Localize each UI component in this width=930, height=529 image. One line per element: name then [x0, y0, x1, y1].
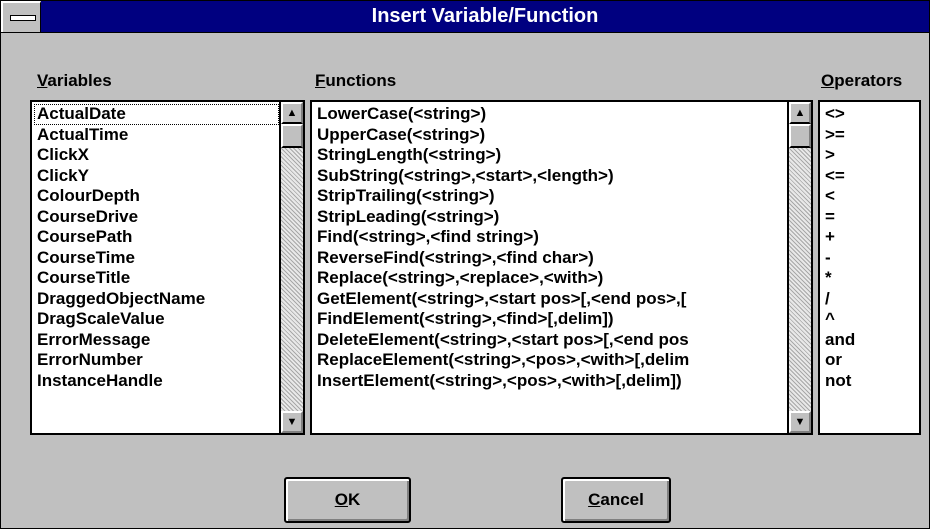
- operator-list-item[interactable]: -: [822, 248, 917, 269]
- system-menu-icon: [10, 15, 36, 21]
- function-list-item[interactable]: ReverseFind(<string>,<find char>): [314, 248, 787, 269]
- variables-items: ActualDate ActualTime ClickX ClickY ColourDe…: [34, 104, 279, 433]
- operators-label-mnemonic: O: [821, 71, 835, 90]
- operator-list-item[interactable]: =: [822, 207, 917, 228]
- function-list-item[interactable]: FindElement(<string>,<find>[,delim]): [314, 309, 787, 330]
- operator-list-item[interactable]: >: [822, 145, 917, 166]
- function-list-item[interactable]: LowerCase(<string>): [314, 104, 787, 125]
- variables-list[interactable]: ActualDate ActualTime ClickX ClickY ColourDe…: [30, 100, 305, 435]
- function-list-item[interactable]: SubString(<string>,<start>,<length>): [314, 166, 787, 187]
- variables-scroll-thumb[interactable]: [281, 124, 303, 148]
- operator-list-item[interactable]: <=: [822, 166, 917, 187]
- variable-list-item[interactable]: CourseDrive: [34, 207, 279, 228]
- function-list-item[interactable]: InsertElement(<string>,<pos>,<with>[,del…: [314, 371, 787, 392]
- operator-list-item[interactable]: +: [822, 227, 917, 248]
- operator-list-item[interactable]: not: [822, 371, 917, 392]
- functions-scroll-down-button[interactable]: ▼: [789, 411, 811, 433]
- function-list-item[interactable]: Replace(<string>,<replace>,<with>): [314, 268, 787, 289]
- variable-list-item[interactable]: ClickX: [34, 145, 279, 166]
- function-list-item[interactable]: Find(<string>,<find string>): [314, 227, 787, 248]
- cancel-button-rest: ancel: [600, 490, 644, 509]
- variable-list-item[interactable]: ErrorMessage: [34, 330, 279, 351]
- title-bar[interactable]: Insert Variable/Function: [1, 1, 929, 33]
- functions-scrollbar[interactable]: ▲ ▼: [787, 102, 811, 433]
- variables-label-rest: ariables: [47, 71, 112, 90]
- function-list-item[interactable]: StripLeading(<string>): [314, 207, 787, 228]
- variable-list-item[interactable]: ClickY: [34, 166, 279, 187]
- variable-list-item[interactable]: ColourDepth: [34, 186, 279, 207]
- operator-list-item[interactable]: >=: [822, 125, 917, 146]
- cancel-button[interactable]: Cancel: [561, 477, 671, 523]
- variables-scroll-down-button[interactable]: ▼: [281, 411, 303, 433]
- operator-list-item[interactable]: or: [822, 350, 917, 371]
- variables-scrollbar[interactable]: ▲ ▼: [279, 102, 303, 433]
- operators-list[interactable]: <> >= > <= < = + - * / ^ and or not: [818, 100, 921, 435]
- variable-list-item[interactable]: CoursePath: [34, 227, 279, 248]
- variable-list-item[interactable]: ErrorNumber: [34, 350, 279, 371]
- system-menu-button[interactable]: [1, 1, 41, 32]
- function-list-item[interactable]: UpperCase(<string>): [314, 125, 787, 146]
- arrow-up-icon: ▲: [794, 107, 806, 119]
- variable-list-item[interactable]: CourseTime: [34, 248, 279, 269]
- operators-label: Operators: [821, 71, 902, 91]
- function-list-item[interactable]: StripTrailing(<string>): [314, 186, 787, 207]
- functions-list[interactable]: LowerCase(<string>) UpperCase(<string>) St…: [310, 100, 813, 435]
- function-list-item[interactable]: GetElement(<string>,<start pos>[,<end po…: [314, 289, 787, 310]
- functions-label: Functions: [315, 71, 396, 91]
- variable-list-item[interactable]: ActualTime: [34, 125, 279, 146]
- variables-label: Variables: [37, 71, 112, 91]
- ok-button-rest: K: [347, 490, 361, 509]
- function-list-item[interactable]: DeleteElement(<string>,<start pos>[,<end…: [314, 330, 787, 351]
- variable-list-item[interactable]: DragScaleValue: [34, 309, 279, 330]
- variables-scroll-up-button[interactable]: ▲: [281, 102, 303, 124]
- cancel-button-mnemonic: C: [588, 490, 601, 509]
- arrow-down-icon: ▼: [286, 416, 298, 428]
- operator-list-item[interactable]: /: [822, 289, 917, 310]
- operator-list-item[interactable]: <: [822, 186, 917, 207]
- functions-scroll-up-button[interactable]: ▲: [789, 102, 811, 124]
- variable-list-item[interactable]: CourseTitle: [34, 268, 279, 289]
- functions-items: LowerCase(<string>) UpperCase(<string>) St…: [314, 104, 787, 433]
- operator-list-item[interactable]: ^: [822, 309, 917, 330]
- functions-label-rest: unctions: [325, 71, 397, 90]
- ok-button-mnemonic: O: [334, 490, 348, 509]
- operator-list-item[interactable]: and: [822, 330, 917, 351]
- arrow-up-icon: ▲: [286, 107, 298, 119]
- operator-list-item[interactable]: <>: [822, 104, 917, 125]
- variable-list-item[interactable]: DraggedObjectName: [34, 289, 279, 310]
- operators-items: <> >= > <= < = + - * / ^ and or not: [822, 104, 917, 433]
- function-list-item[interactable]: ReplaceElement(<string>,<pos>,<with>[,de…: [314, 350, 787, 371]
- window-title: Insert Variable/Function: [371, 5, 599, 27]
- variables-label-mnemonic: V: [37, 71, 48, 90]
- operator-list-item[interactable]: *: [822, 268, 917, 289]
- functions-scroll-thumb[interactable]: [789, 124, 811, 148]
- insert-variable-function-dialog: Insert Variable/Function Variables Funct…: [0, 0, 930, 529]
- functions-label-mnemonic: F: [315, 71, 326, 90]
- arrow-down-icon: ▼: [794, 416, 806, 428]
- variable-list-item[interactable]: ActualDate: [34, 104, 279, 125]
- variable-list-item[interactable]: InstanceHandle: [34, 371, 279, 392]
- ok-button[interactable]: OK: [284, 477, 411, 523]
- operators-label-rest: perators: [834, 71, 903, 90]
- function-list-item[interactable]: StringLength(<string>): [314, 145, 787, 166]
